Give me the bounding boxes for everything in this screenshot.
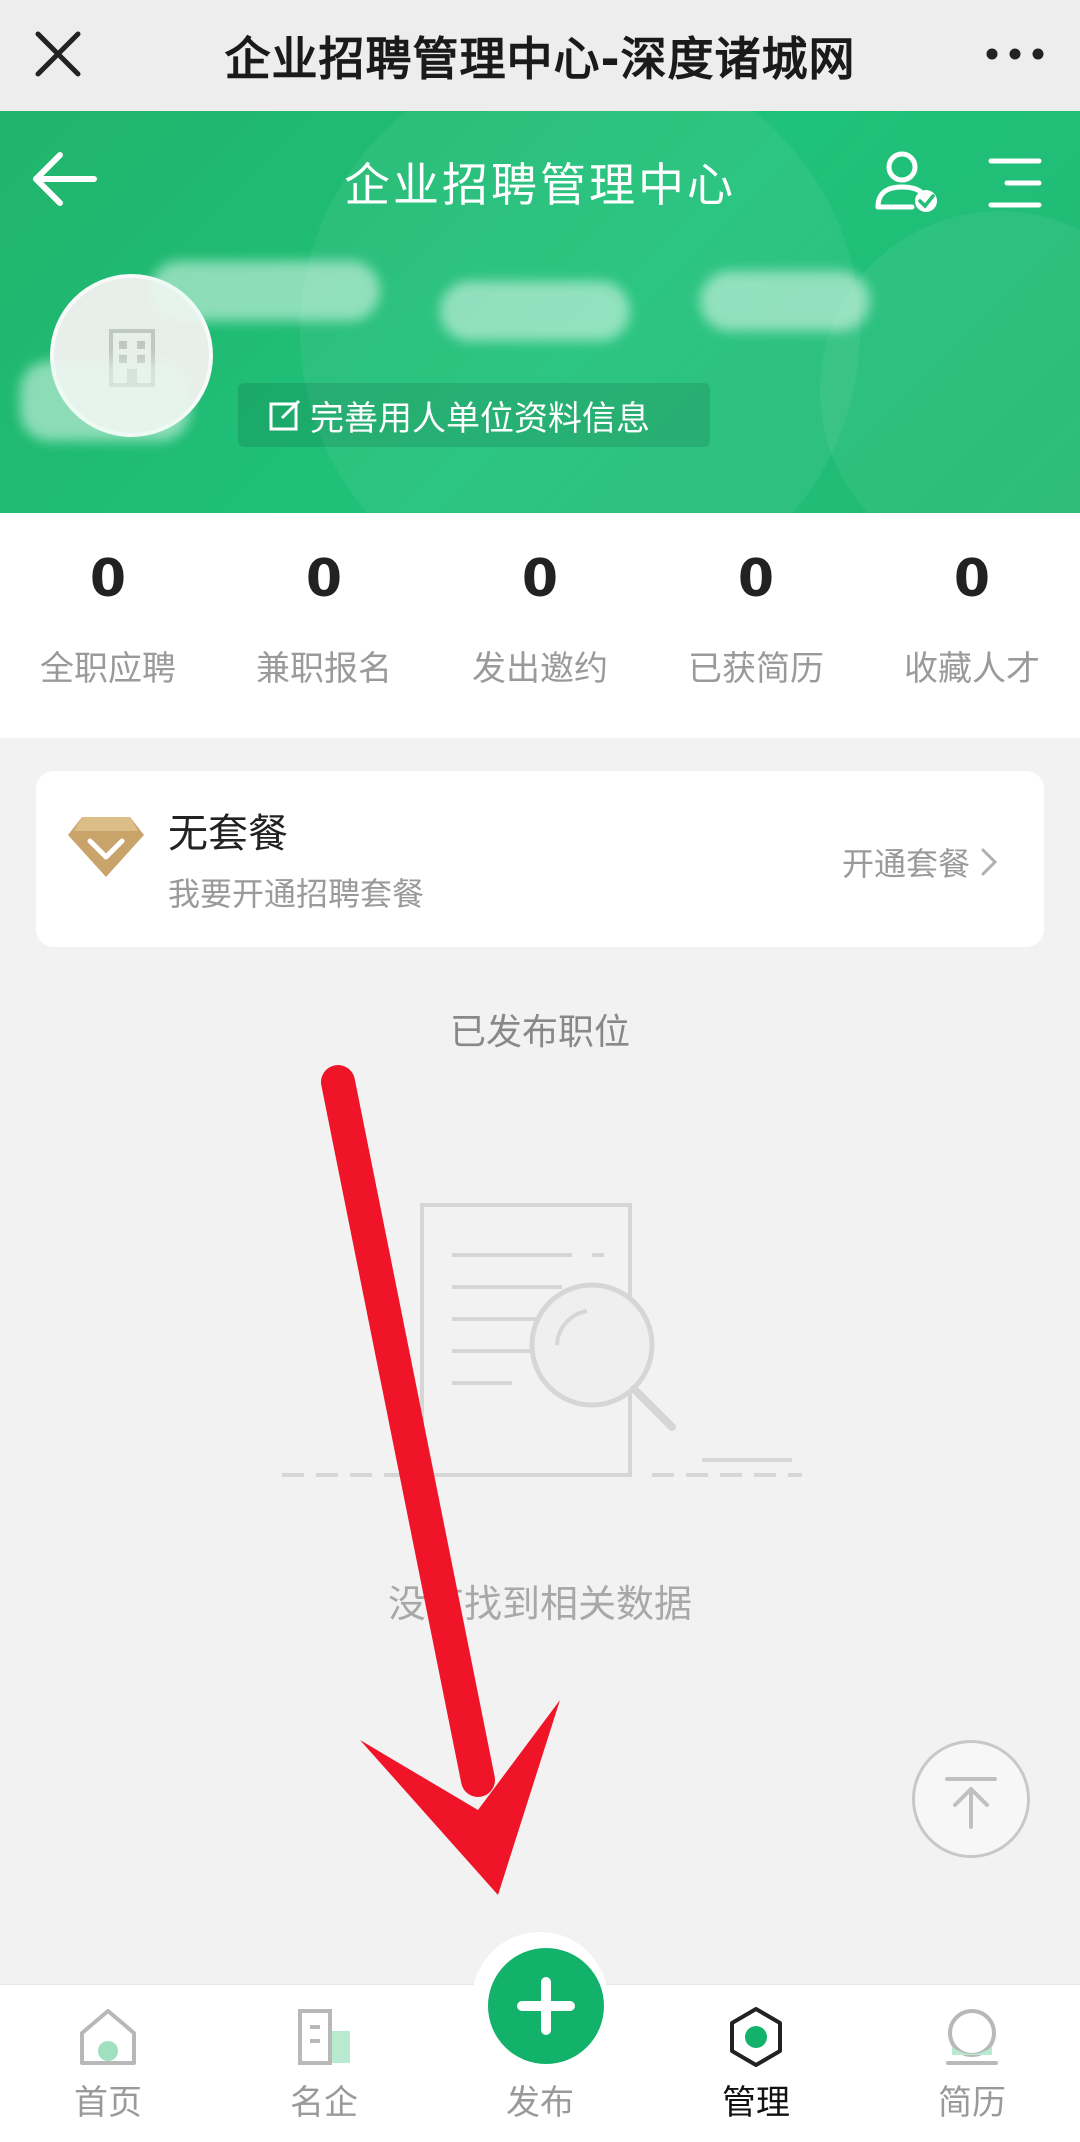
back-to-top-button[interactable] [912,1740,1030,1858]
open-package-label: 开通套餐 [841,845,970,883]
window-title: 企业招聘管理中心-深度诸城网 [224,31,856,86]
redacted-company-name-part [440,281,630,341]
empty-state-illustration [282,1203,802,1477]
package-subtitle: 我要开通招聘套餐 [168,875,425,913]
more-icon[interactable] [980,26,1050,82]
stat-label: 收藏人才 [904,649,1040,689]
tab-resume[interactable]: 简历 [864,1985,1080,2142]
tab-label: 首页 [74,2083,142,2123]
building-icon [298,2009,350,2065]
menu-icon[interactable] [985,155,1045,211]
tab-companies[interactable]: 名企 [216,1985,432,2142]
package-card[interactable]: 无套餐 我要开通招聘套餐 开通套餐 [36,771,1044,947]
stats-panel: 0 全职应聘 0 兼职报名 0 发出邀约 0 已获简历 0 收藏人才 [0,513,1080,738]
empty-state-text: 没有找到相关数据 [387,1582,692,1626]
stat-resumes-received[interactable]: 0 已获简历 [648,513,864,738]
tab-label: 发布 [506,2083,574,2123]
tab-manage[interactable]: 管理 [648,1985,864,2142]
open-package-link[interactable]: 开通套餐 [842,839,998,885]
redacted-company-name-part [700,271,870,331]
redacted-company-name [150,261,380,321]
resume-icon [946,2009,998,2065]
stat-label: 兼职报名 [256,649,392,689]
chevron-right-icon [981,848,998,876]
stat-parttime-signups[interactable]: 0 兼职报名 [216,513,432,738]
home-icon [80,2009,136,2065]
stat-value: 0 [953,549,991,609]
diamond-icon [68,817,144,877]
complete-profile-button[interactable]: 完善用人单位资料信息 [238,383,710,447]
tab-label: 名企 [290,2083,358,2123]
stat-saved-talents[interactable]: 0 收藏人才 [864,513,1080,738]
stat-value: 0 [305,549,343,609]
company-header: 企业招聘管理中心 完善用人单位资料信息 [0,111,1080,513]
tab-label: 管理 [722,2083,790,2123]
window-titlebar: 企业招聘管理中心-深度诸城网 [0,0,1080,111]
publish-button[interactable] [488,1948,604,2064]
tab-home[interactable]: 首页 [0,1985,216,2142]
arrow-up-icon [945,1777,997,1829]
complete-profile-label: 完善用人单位资料信息 [310,398,650,439]
stat-invitations-sent[interactable]: 0 发出邀约 [432,513,648,738]
user-verified-icon[interactable] [872,149,942,213]
stat-value: 0 [737,549,775,609]
stat-fulltime-applications[interactable]: 0 全职应聘 [0,513,216,738]
edit-icon [269,399,301,431]
stat-value: 0 [521,549,559,609]
tab-label: 简历 [938,2083,1006,2123]
plus-icon [517,1977,575,2035]
published-jobs-heading: 已发布职位 [449,1012,630,1053]
stat-value: 0 [89,549,127,609]
redacted-company-name-part [20,361,190,441]
stat-label: 全职应聘 [40,649,176,689]
manage-icon [730,2007,782,2067]
package-title: 无套餐 [168,811,288,857]
stat-label: 发出邀约 [472,649,608,689]
stat-label: 已获简历 [688,649,824,689]
